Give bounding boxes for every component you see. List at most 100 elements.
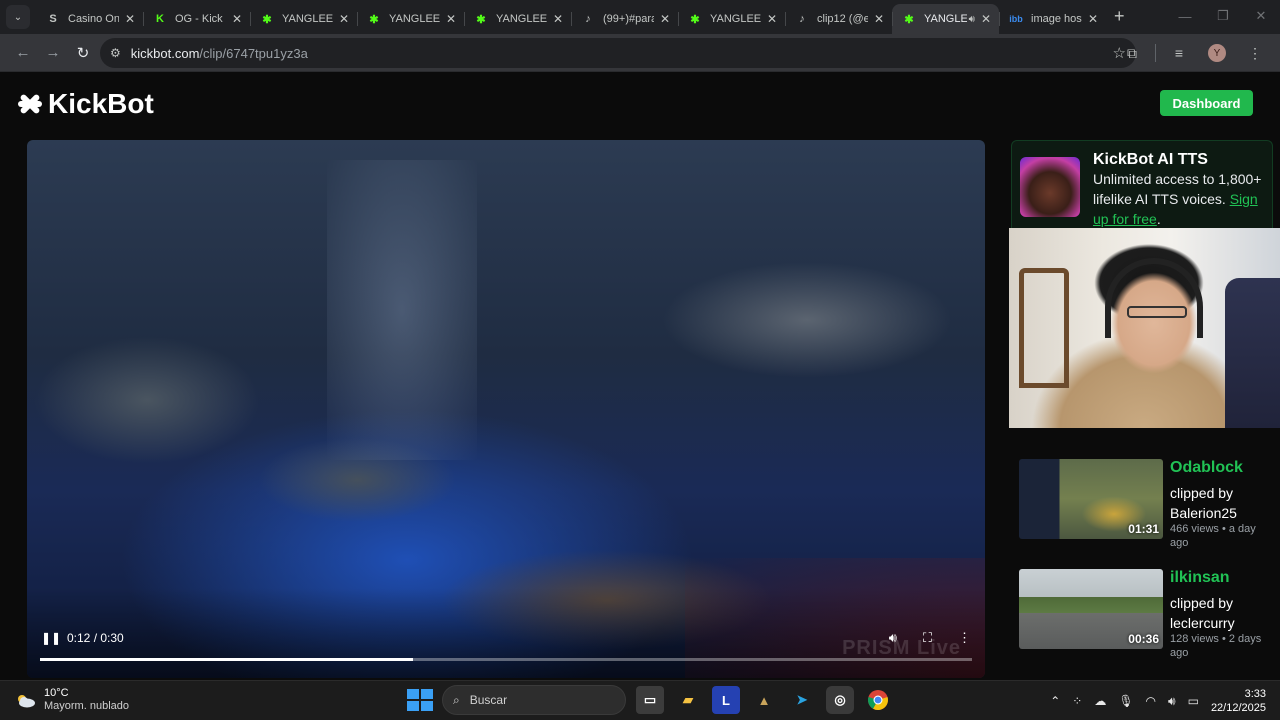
close-tab-icon[interactable]: ✕ [981,12,991,26]
close-tab-icon[interactable]: ✕ [446,12,456,26]
tab-og-kick[interactable]: K OG - Kick Clips ✕ [143,4,250,34]
fullscreen-icon[interactable]: ⛶ [923,630,932,646]
webcam-headset [1105,258,1203,338]
tab-title: YANGLEE [282,13,333,25]
kickbot-favicon-icon: ✱ [369,13,379,26]
tray-apps-icon[interactable]: ⁘ [1072,694,1082,708]
webcam-gaming-chair [1225,278,1280,428]
close-tab-icon[interactable]: ✕ [767,12,777,26]
chrome-icon[interactable] [864,686,892,714]
tab-image-hosting[interactable]: ibb image hosting ✕ [999,4,1106,34]
url-path: /clip/6747tpu1yz3a [199,45,308,61]
tab-search-chevron-icon[interactable]: ⌄ [6,5,30,29]
related-clip-card[interactable]: 00:36 ilkinsan clipped by leclercurry 12… [1019,569,1271,669]
video-player[interactable]: PRISM Live ❚❚ 0:12 / 0:30 🔊︎ ⛶ ⋮ [27,140,985,678]
app-l-icon[interactable]: L [712,686,740,714]
battery-icon[interactable]: ▭ [1188,694,1199,708]
clip-meta: 466 views • a day ago [1170,523,1256,549]
close-tab-icon[interactable]: ✕ [339,12,349,26]
site-info-icon[interactable]: ⚙ [110,46,121,60]
cloudy-weather-icon [18,695,35,708]
tiktok-favicon-icon: ♪ [799,13,805,25]
tts-ad-card[interactable]: KickBot AI TTS Unlimited access to 1,800… [1011,140,1273,230]
close-window-icon[interactable]: ✕ [1242,0,1280,32]
minimize-icon[interactable]: — [1166,0,1204,32]
profile-avatar[interactable]: Y [1202,38,1232,68]
url-text[interactable]: kickbot.com/clip/6747tpu1yz3a [131,46,308,61]
forward-icon[interactable]: → [38,38,68,68]
video-controls-right: 🔊︎ ⛶ ⋮ [889,630,971,646]
reload-icon[interactable]: ↻ [68,38,98,68]
tab-yanglee-4[interactable]: ✱ YANGLEE clips ✕ [678,4,785,34]
related-clip-card[interactable]: 01:31 Odablock clipped by Balerion25 466… [1019,459,1271,559]
tab-strip: ⌄ S Casino Online ✕ K OG - Kick Clips ✕ … [0,0,1280,34]
tab-title: YANGLEE [924,13,967,25]
browser-toolbar: ← → ↻ ⚙ kickbot.com/clip/6747tpu1yz3a ☆ … [0,34,1280,72]
kickbot-logo[interactable]: KickBot [18,88,154,120]
extensions-icon[interactable]: ⧉ [1117,38,1147,68]
windows-taskbar: 10°C Mayorm. nublado ⌕ Buscar ▭ ▰ L ▲ ➤ … [0,680,1280,720]
tab-yanglee-3[interactable]: ✱ YANGLEE clips ✕ [464,4,571,34]
tab-tiktok-parati[interactable]: ♪ (99+)#parati ✕ [571,4,678,34]
video-frame-light [327,160,477,460]
search-placeholder: Buscar [469,693,508,707]
clip-streamer-name[interactable]: ilkinsan [1170,569,1230,587]
clip-clipped-by: clipped by leclercurry [1170,595,1235,631]
league-icon[interactable]: ▲ [750,686,778,714]
telegram-icon[interactable]: ➤ [788,686,816,714]
volume-tray-icon[interactable]: 🔊︎ [1168,694,1176,709]
microphone-icon[interactable]: 🎙︎ [1118,694,1133,708]
taskbar-search[interactable]: ⌕ Buscar [442,685,626,715]
clock[interactable]: 3:33 22/12/2025 [1211,687,1266,715]
tab-yanglee-2[interactable]: ✱ YANGLEE clips ✕ [357,4,464,34]
pause-icon[interactable]: ❚❚ [41,631,61,645]
video-controls: ❚❚ 0:12 / 0:30 🔊︎ ⛶ ⋮ [41,628,971,648]
ad-suffix: . [1156,211,1161,227]
close-tab-icon[interactable]: ✕ [874,12,884,26]
weather-widget[interactable]: 10°C Mayorm. nublado [14,687,129,713]
windows-start-icon[interactable] [404,686,433,714]
tab-title: Casino Online [68,13,119,25]
tab-favicon-icon: S [49,13,57,25]
tab-title: YANGLEE clips [389,13,440,25]
tab-tiktok-clip12[interactable]: ♪ clip12 (@edits) ✕ [785,4,892,34]
brand-name: KickBot [48,88,154,119]
clip-clipped-by: clipped by Balerion25 [1170,485,1237,521]
video-time: 0:12 / 0:30 [67,631,124,645]
more-options-icon[interactable]: ⋮ [958,630,971,646]
tab-yanglee-active[interactable]: ✱ YANGLEE 🔊︎ ✕ [892,4,999,34]
weather-temp: 10°C [44,687,69,699]
chevron-up-icon[interactable]: ⌃ [1050,694,1060,708]
clip-meta: 128 views • 2 days ago [1170,633,1262,659]
close-tab-icon[interactable]: ✕ [125,12,135,26]
video-progress-bar[interactable] [40,658,972,661]
ad-title: KickBot AI TTS [1093,151,1208,168]
tab-yanglee-1[interactable]: ✱ YANGLEE ✕ [250,4,357,34]
volume-icon[interactable]: 🔊︎ [889,630,897,646]
restore-icon[interactable]: ❐ [1204,0,1242,32]
clip-thumbnail[interactable]: 01:31 [1019,459,1163,539]
close-tab-icon[interactable]: ✕ [232,12,242,26]
clock-date: 22/12/2025 [1210,702,1266,714]
media-controls-icon[interactable]: ≡ [1164,38,1194,68]
tab-casino[interactable]: S Casino Online ✕ [36,4,143,34]
close-tab-icon[interactable]: ✕ [1088,12,1098,26]
clip-streamer-name[interactable]: Odablock [1170,459,1243,477]
wifi-icon[interactable]: ◠ [1146,694,1156,708]
back-icon[interactable]: ← [8,38,38,68]
tab-title: OG - Kick Clips [175,13,226,25]
window-controls: — ❐ ✕ [1166,0,1280,32]
menu-dots-icon[interactable]: ⋮ [1240,38,1270,68]
clip-thumbnail[interactable]: 00:36 [1019,569,1163,649]
dashboard-button[interactable]: Dashboard [1160,90,1253,116]
onedrive-icon[interactable]: ☁ [1094,694,1106,708]
new-tab-icon[interactable]: + [1114,6,1125,27]
clip-duration: 01:31 [1128,522,1159,536]
task-view-icon[interactable]: ▭ [636,686,664,714]
file-explorer-icon[interactable]: ▰ [674,686,702,714]
speaker-icon[interactable]: 🔊︎ [969,14,975,25]
recorder-icon[interactable]: ◎ [826,686,854,714]
close-tab-icon[interactable]: ✕ [553,12,563,26]
address-bar[interactable]: ⚙ kickbot.com/clip/6747tpu1yz3a ☆ [100,38,1136,68]
close-tab-icon[interactable]: ✕ [660,12,670,26]
